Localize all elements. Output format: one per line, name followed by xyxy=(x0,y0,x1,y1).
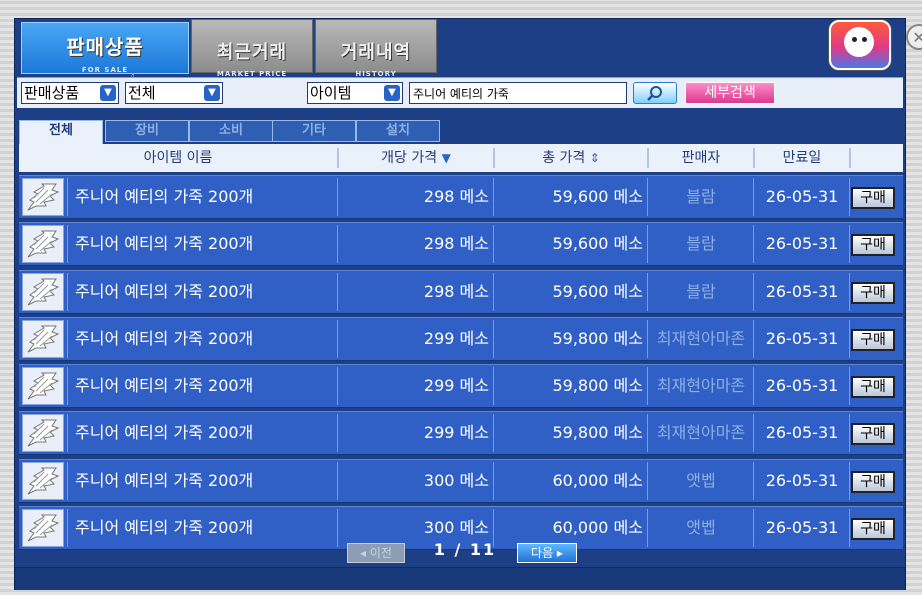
table-row[interactable]: 주니어 예티의 가죽 200개 298 메소 59,600 메소 블람 26-0… xyxy=(19,175,903,219)
item-name: 주니어 예티의 가죽 200개 xyxy=(75,376,254,396)
item-name: 주니어 예티의 가죽 200개 xyxy=(75,234,254,254)
table-row[interactable]: 주니어 예티의 가죽 200개 298 메소 59,600 메소 블람 26-0… xyxy=(19,222,903,267)
prev-page-button[interactable]: ◂ 이전 xyxy=(347,543,405,563)
seller-name: 최재현아마존 xyxy=(656,423,746,443)
total-price: 60,000 메소 xyxy=(552,470,643,490)
table-row[interactable]: 주니어 예티의 가죽 200개 300 메소 60,000 메소 앳벱 26-0… xyxy=(19,458,903,503)
item-name: 주니어 예티의 가죽 200개 xyxy=(75,470,254,490)
item-icon xyxy=(22,225,64,264)
search-button[interactable] xyxy=(633,82,677,104)
table-row[interactable]: 주니어 예티의 가죽 200개 299 메소 59,800 메소 최재현아마존 … xyxy=(19,411,903,456)
expiry-date: 26-05-31 xyxy=(765,187,839,206)
category-tab-etc[interactable]: 기타 xyxy=(272,120,356,142)
category-tab-equip[interactable]: 장비 xyxy=(105,120,189,142)
page-indicator: 1 / 11 xyxy=(433,540,497,559)
seller-name: 블람 xyxy=(686,187,716,206)
unit-price: 300 메소 xyxy=(423,470,489,490)
category-select[interactable]: 판매상품 ▼ xyxy=(21,82,119,104)
buy-button[interactable]: 구매 xyxy=(851,234,895,257)
expiry-date: 26-05-31 xyxy=(765,376,839,396)
auction-panel: 판매상품 FOR SALE 최근거래 MARKET PRICE 거래내역 HIS… xyxy=(14,18,906,590)
detail-search-button[interactable]: 세부검색 xyxy=(685,82,775,104)
tab-history[interactable]: 거래내역 HISTORY xyxy=(315,19,437,78)
unit-price: 299 메소 xyxy=(423,423,489,443)
sort-both-icon: ⇕ xyxy=(589,151,600,165)
seller-name: 최재현아마존 xyxy=(656,376,746,396)
table-header: 아이템 이름 개당 가격 ▼ 총 가격 ⇕ 판매자 만료일 xyxy=(19,144,903,172)
column-header-seller: 판매자 xyxy=(681,150,721,166)
seller-name: 블람 xyxy=(686,234,716,254)
item-icon xyxy=(22,178,64,216)
expiry-date: 26-05-31 xyxy=(765,328,839,348)
column-header-name: 아이템 이름 xyxy=(143,150,213,166)
chevron-down-icon: ▼ xyxy=(384,85,400,101)
fur-hide-icon xyxy=(27,372,60,400)
fur-hide-icon xyxy=(27,325,60,353)
category-tab-all[interactable]: 전체 xyxy=(19,120,103,144)
mascot-icon xyxy=(844,27,874,57)
next-page-button[interactable]: 다음 ▸ xyxy=(517,543,577,563)
total-price: 59,800 메소 xyxy=(552,423,643,443)
fur-hide-icon xyxy=(27,230,60,258)
search-input[interactable] xyxy=(409,82,627,104)
expiry-date: 26-05-31 xyxy=(765,234,839,254)
expiry-date: 26-05-31 xyxy=(765,281,839,301)
game-logo xyxy=(829,20,891,70)
expiry-date: 26-05-31 xyxy=(765,470,839,490)
close-icon[interactable]: ✕ xyxy=(906,24,922,50)
tab-for-sale[interactable]: 판매상품 FOR SALE xyxy=(21,22,189,74)
category-tab-use[interactable]: 소비 xyxy=(189,120,273,142)
table-row[interactable]: 주니어 예티의 가죽 200개 298 메소 59,600 메소 블람 26-0… xyxy=(19,269,903,314)
column-header-total-price[interactable]: 총 가격 ⇕ xyxy=(495,144,647,172)
chevron-down-icon: ▼ xyxy=(100,85,116,101)
unit-price: 299 메소 xyxy=(423,328,489,348)
item-name: 주니어 예티의 가죽 200개 xyxy=(75,328,254,348)
item-icon xyxy=(22,461,64,500)
fur-hide-icon xyxy=(27,419,60,447)
expiry-date: 26-05-31 xyxy=(765,423,839,443)
unit-price: 298 메소 xyxy=(423,187,489,206)
total-price: 59,600 메소 xyxy=(552,281,643,301)
search-icon xyxy=(647,86,662,101)
unit-price: 298 메소 xyxy=(423,281,489,301)
category-tab-setup[interactable]: 설치 xyxy=(356,120,440,142)
item-name: 주니어 예티의 가죽 200개 xyxy=(75,423,254,443)
tab-market-price[interactable]: 최근거래 MARKET PRICE xyxy=(191,19,313,78)
subcategory-select[interactable]: 전체 ▼ xyxy=(125,82,223,104)
table-row[interactable]: 주니어 예티의 가죽 200개 299 메소 59,800 메소 최재현아마존 … xyxy=(19,364,903,409)
sort-desc-icon: ▼ xyxy=(441,151,451,165)
chevron-down-icon: ▼ xyxy=(204,85,220,101)
item-icon xyxy=(22,319,64,358)
total-price: 59,800 메소 xyxy=(552,328,643,348)
total-price: 59,800 메소 xyxy=(552,376,643,396)
fur-hide-icon xyxy=(27,467,60,495)
total-price: 59,600 메소 xyxy=(552,187,643,206)
fur-hide-icon xyxy=(27,278,60,306)
search-type-select[interactable]: 아이템 ▼ xyxy=(307,82,403,104)
buy-button[interactable]: 구매 xyxy=(851,376,895,399)
column-header-expiry: 만료일 xyxy=(782,150,822,166)
seller-name: 최재현아마존 xyxy=(656,328,746,348)
buy-button[interactable]: 구매 xyxy=(851,281,895,304)
fur-hide-icon xyxy=(27,183,60,211)
seller-name: 블람 xyxy=(686,281,716,301)
filter-toolbar: 판매상품 ▼ 전체 ▼ 아이템 ▼ 세부검색 xyxy=(17,77,903,108)
bottom-bar xyxy=(15,567,905,590)
unit-price: 299 메소 xyxy=(423,376,489,396)
total-price: 59,600 메소 xyxy=(552,234,643,254)
table-row[interactable]: 주니어 예티의 가죽 200개 299 메소 59,800 메소 최재현아마존 … xyxy=(19,316,903,361)
item-name: 주니어 예티의 가죽 200개 xyxy=(75,187,254,206)
item-name: 주니어 예티의 가죽 200개 xyxy=(75,281,254,301)
unit-price: 298 메소 xyxy=(423,234,489,254)
item-icon xyxy=(22,367,64,406)
column-header-unit-price[interactable]: 개당 가격 ▼ xyxy=(339,144,493,172)
buy-button[interactable]: 구매 xyxy=(851,328,895,351)
listing-table: 주니어 예티의 가죽 200개 298 메소 59,600 메소 블람 26-0… xyxy=(19,175,903,553)
item-icon xyxy=(22,414,64,453)
buy-button[interactable]: 구매 xyxy=(851,187,895,209)
item-icon xyxy=(22,272,64,311)
seller-name: 앳벱 xyxy=(686,470,716,490)
buy-button[interactable]: 구매 xyxy=(851,423,895,446)
buy-button[interactable]: 구매 xyxy=(851,470,895,493)
